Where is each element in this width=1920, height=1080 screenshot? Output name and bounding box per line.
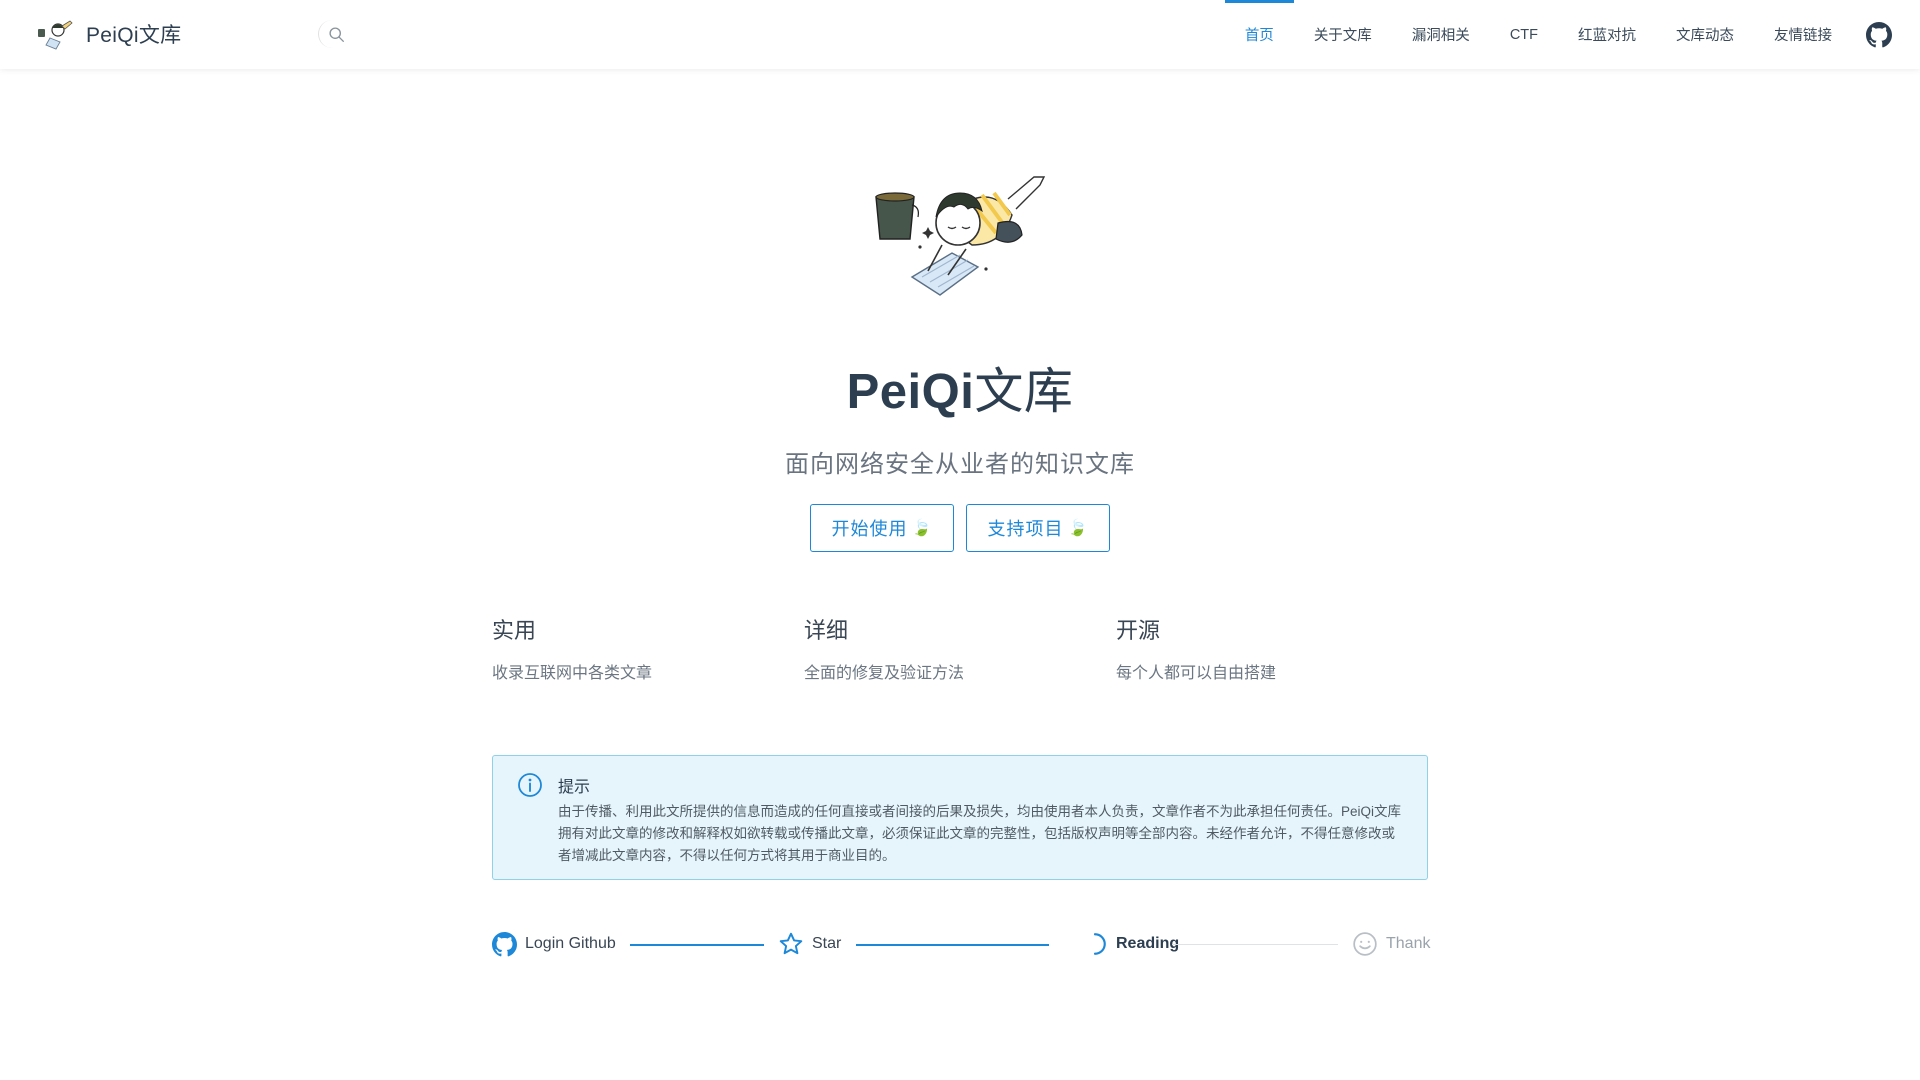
loading-icon xyxy=(1093,933,1106,955)
step-thank: Thank xyxy=(1352,928,1430,960)
hero-actions: 开始使用 🍃 支持项目 🍃 xyxy=(810,504,1110,552)
step-star: Star xyxy=(778,928,841,960)
nav-item-links[interactable]: 友情链接 xyxy=(1754,0,1852,69)
progress-steps: Login Github Star Reading Thank xyxy=(492,928,1430,960)
feature-title: 开源 xyxy=(1116,618,1161,643)
features: 实用 收录互联网中各类文章 详细 全面的修复及验证方法 开源 每个人都可以自由搭… xyxy=(492,613,1428,683)
leaf-icon: 🍃 xyxy=(1067,520,1089,537)
main-nav: 首页 关于文库 漏洞相关 CTF 红蓝对抗 文库动态 友情链接 xyxy=(1224,0,1900,69)
alert-text: 由于传播、利用此文所提供的信息而造成的任何直接或者间接的后果及损失，均由使用者本… xyxy=(558,804,1402,863)
smile-icon xyxy=(1353,932,1377,956)
feature-item: 开源 每个人都可以自由搭建 xyxy=(1116,613,1428,683)
step-reading: Reading xyxy=(1082,928,1179,960)
leaf-icon: 🍃 xyxy=(911,520,933,537)
support-project-button[interactable]: 支持项目 🍃 xyxy=(966,504,1110,552)
step-connector xyxy=(630,944,764,946)
step-connector xyxy=(1172,944,1338,945)
top-navbar: PeiQi文库 首页 关于文库 漏洞相关 CTF 红蓝对抗 文库动态 友情链接 xyxy=(0,0,1920,69)
get-started-button[interactable]: 开始使用 🍃 xyxy=(810,504,954,552)
nav-item-vulns[interactable]: 漏洞相关 xyxy=(1392,0,1490,69)
step-label: Login Github xyxy=(525,935,616,952)
nav-item-about[interactable]: 关于文库 xyxy=(1294,0,1392,69)
feature-item: 详细 全面的修复及验证方法 xyxy=(804,613,1116,683)
support-project-label: 支持项目 xyxy=(987,519,1064,539)
nav-item-redblue[interactable]: 红蓝对抗 xyxy=(1558,0,1656,69)
hero-title: PeiQi文库 xyxy=(0,352,1920,423)
search-icon xyxy=(329,26,344,42)
brand-title: PeiQi文库 xyxy=(86,24,182,47)
feature-details: 收录互联网中各类文章 xyxy=(492,665,653,682)
brand-logo xyxy=(38,20,73,50)
step-connector xyxy=(856,944,1049,946)
feature-item: 实用 收录互联网中各类文章 xyxy=(492,613,804,683)
alert-title: 提示 xyxy=(558,779,591,796)
hero-illustration xyxy=(875,176,1046,296)
step-label: Thank xyxy=(1386,935,1431,952)
feature-title: 实用 xyxy=(492,618,537,643)
feature-details: 全面的修复及验证方法 xyxy=(804,665,965,682)
search-button[interactable] xyxy=(318,20,354,48)
github-icon xyxy=(492,931,517,956)
hero-title-latin: PeiQi xyxy=(846,365,975,419)
nav-item-ctf[interactable]: CTF xyxy=(1490,0,1558,69)
nav-item-home[interactable]: 首页 xyxy=(1224,0,1294,69)
step-label: Reading xyxy=(1116,935,1180,952)
feature-title: 详细 xyxy=(804,618,849,643)
hero-description: 面向网络安全从业者的知识文库 xyxy=(785,451,1135,478)
notice-alert: 提示 由于传播、利用此文所提供的信息而造成的任何直接或者间接的后果及损失，均由使… xyxy=(492,755,1428,880)
get-started-label: 开始使用 xyxy=(831,519,908,539)
github-icon[interactable] xyxy=(1866,21,1892,48)
star-icon xyxy=(779,932,803,955)
info-icon xyxy=(518,773,542,797)
step-login-github: Login Github xyxy=(492,928,616,960)
step-label: Star xyxy=(812,935,842,952)
hero-title-cn: 文库 xyxy=(974,365,1074,419)
brand[interactable]: PeiQi文库 xyxy=(36,16,181,52)
nav-item-news[interactable]: 文库动态 xyxy=(1656,0,1754,69)
feature-details: 每个人都可以自由搭建 xyxy=(1116,665,1277,682)
